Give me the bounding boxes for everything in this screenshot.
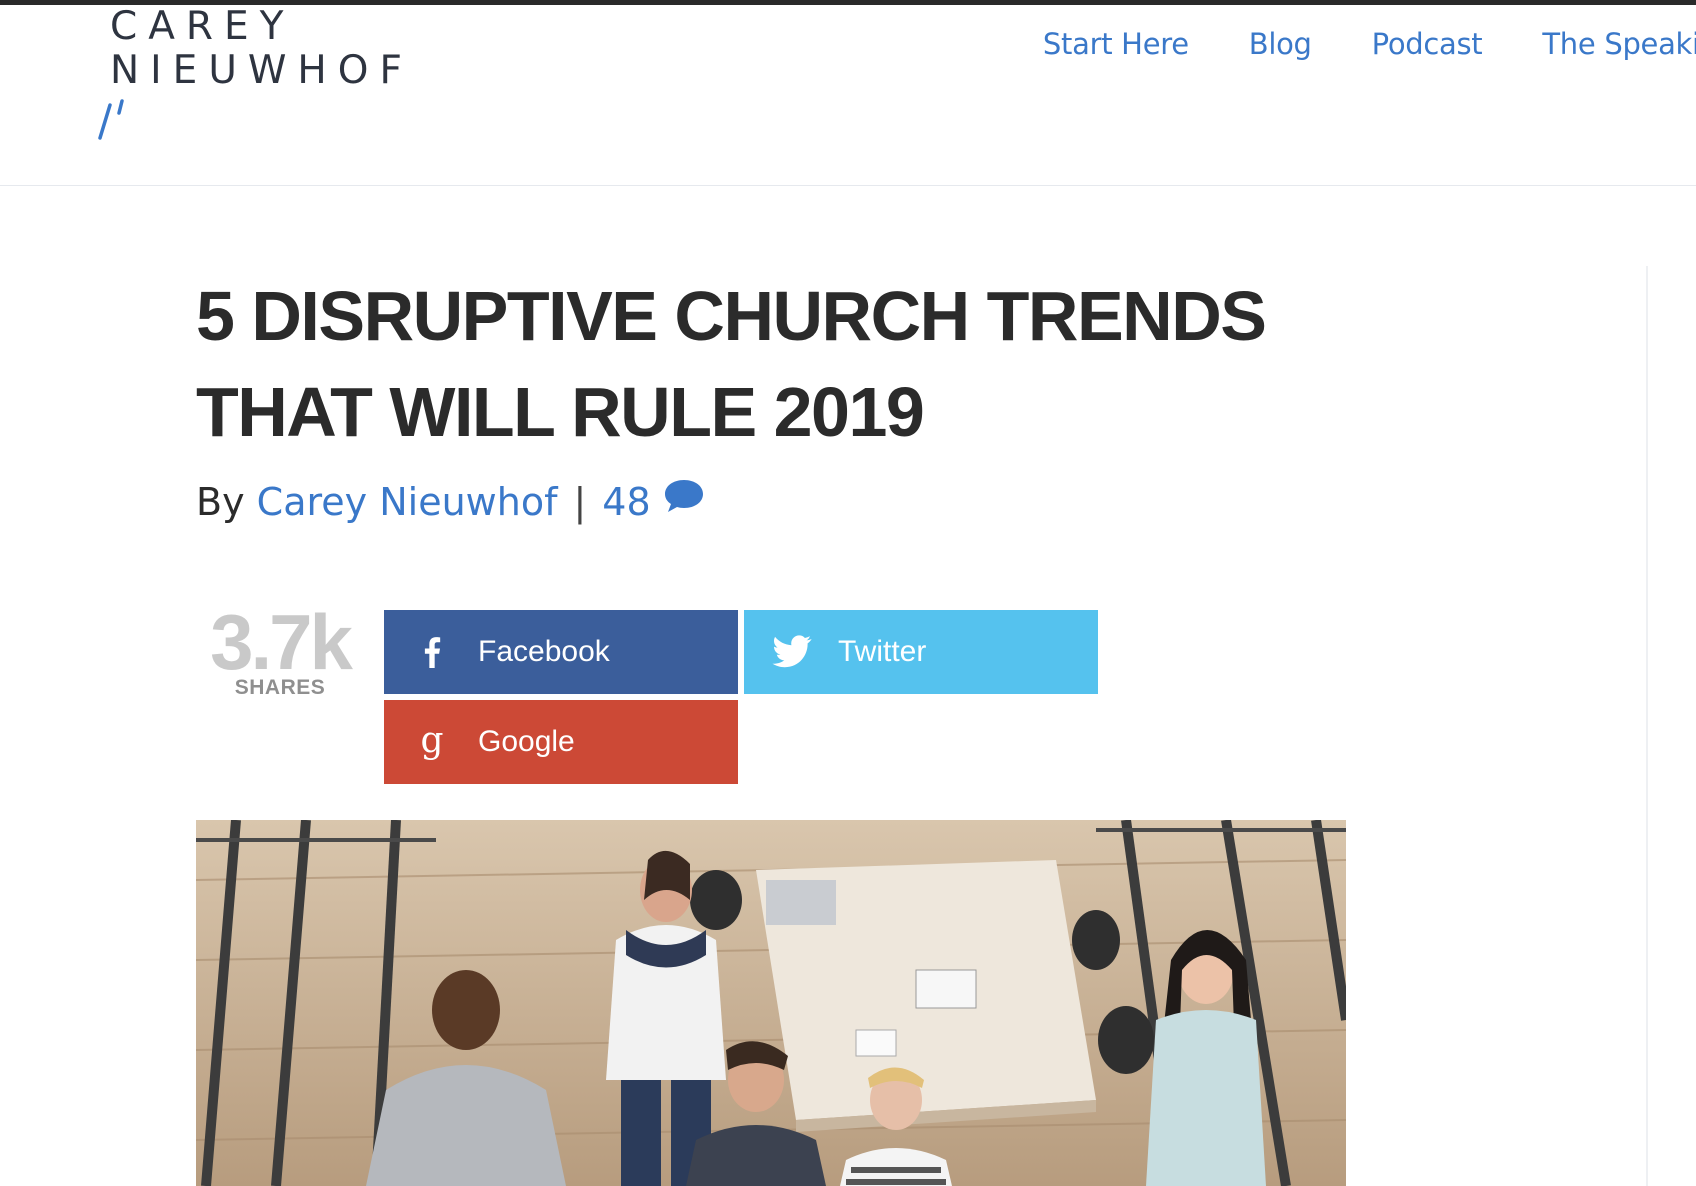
twitter-bird-icon [772, 632, 812, 672]
sidebar-divider [1646, 266, 1648, 1186]
nav-start-here[interactable]: Start Here [1043, 27, 1189, 61]
share-twitter-button[interactable]: Twitter [744, 610, 1098, 694]
author-link[interactable]: Carey Nieuwhof [257, 480, 558, 524]
google-g-icon: g [412, 722, 452, 762]
byline-prefix: By [196, 480, 245, 524]
logo-slash-mark-icon [98, 99, 124, 140]
featured-image [196, 820, 1346, 1186]
share-count-number: 3.7k [210, 598, 353, 686]
photo-of-team-in-office-icon [196, 820, 1346, 1186]
share-count: 3.7k SHARES [194, 602, 366, 700]
nav-podcast[interactable]: Podcast [1372, 27, 1483, 61]
logo-text-first: CAREY [110, 4, 295, 49]
site-header: CAREY NIEUWHOF Start Here Blog Podcast T… [0, 5, 1696, 186]
twitter-label: Twitter [838, 635, 927, 668]
logo-text-second: NIEUWHOF [110, 48, 413, 93]
post-byline: By Carey Nieuwhof | 48 [196, 480, 705, 524]
share-facebook-button[interactable]: Facebook [384, 610, 738, 694]
svg-text:g: g [420, 722, 443, 761]
share-google-button[interactable]: g Google [384, 700, 738, 784]
comment-bubble-icon[interactable] [663, 478, 705, 514]
facebook-icon [412, 632, 452, 672]
nav-the-speaking[interactable]: The Speaking [1542, 27, 1696, 61]
site-logo[interactable]: CAREY NIEUWHOF [98, 4, 430, 145]
comment-count-link[interactable]: 48 [602, 480, 650, 524]
nav-blog[interactable]: Blog [1249, 27, 1312, 61]
google-label: Google [478, 725, 575, 758]
main-nav: Start Here Blog Podcast The Speaking [983, 27, 1696, 61]
byline-separator: | [573, 480, 587, 524]
facebook-label: Facebook [478, 635, 610, 668]
post-title: 5 DISRUPTIVE CHURCH TRENDS THAT WILL RUL… [196, 277, 1267, 451]
